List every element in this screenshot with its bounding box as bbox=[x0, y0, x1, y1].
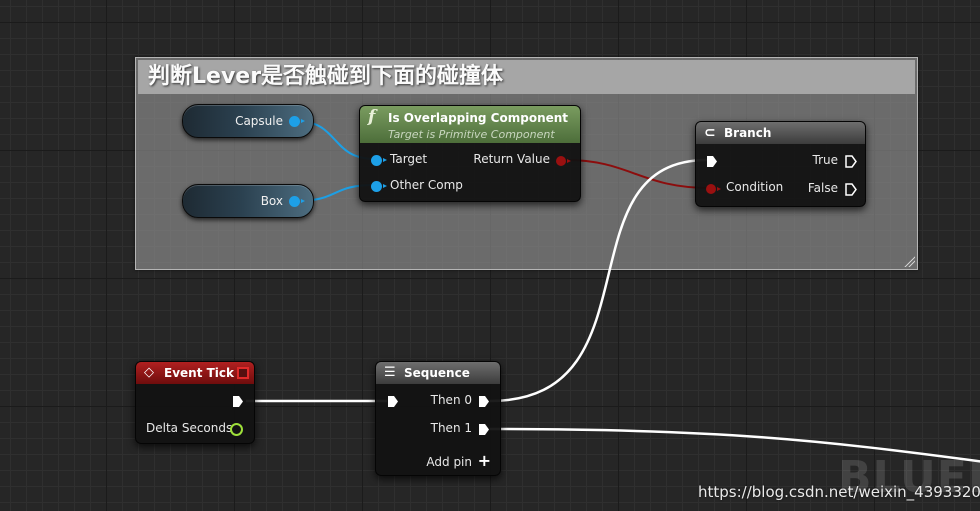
event-tick-node[interactable]: ◇ Event Tick Delta Seconds bbox=[135, 361, 255, 444]
node-header: ◇ Event Tick bbox=[136, 362, 254, 384]
node-title: Branch bbox=[724, 126, 772, 140]
function-icon: f bbox=[368, 107, 376, 127]
condition-pin-label: Condition bbox=[726, 180, 784, 194]
then0-exec-output-pin[interactable] bbox=[478, 395, 490, 408]
true-exec-output-pin[interactable] bbox=[845, 155, 857, 168]
comment-title[interactable]: 判断Lever是否触碰到下面的碰撞体 bbox=[138, 60, 915, 94]
target-pin-label: Target bbox=[390, 152, 428, 166]
node-header: ☰ Sequence bbox=[376, 362, 500, 384]
source-url-watermark: https://blog.csdn.net/weixin_43933205 bbox=[698, 483, 980, 501]
exec-output-pin[interactable] bbox=[232, 395, 244, 408]
target-input-pin[interactable] bbox=[371, 155, 387, 166]
delta-seconds-output-pin[interactable] bbox=[230, 423, 243, 436]
false-pin-label: False bbox=[807, 181, 838, 195]
variable-node-box[interactable]: Box bbox=[182, 184, 314, 218]
return-value-pin-label: Return Value bbox=[473, 152, 550, 166]
object-output-pin[interactable] bbox=[289, 196, 305, 207]
sequence-node[interactable]: ☰ Sequence Then 0 Then 1 Add pin + bbox=[375, 361, 501, 476]
exec-input-pin[interactable] bbox=[706, 155, 718, 168]
node-title: Sequence bbox=[404, 366, 470, 380]
event-delegate-pin[interactable] bbox=[237, 367, 249, 379]
node-title: Is Overlapping Component bbox=[388, 111, 569, 125]
add-pin-plus-icon[interactable]: + bbox=[478, 451, 491, 471]
branch-icon: ⊂ bbox=[704, 125, 716, 141]
node-header: ⊂ Branch bbox=[696, 122, 865, 144]
variable-label: Capsule bbox=[235, 114, 283, 128]
branch-node[interactable]: ⊂ Branch Condition True False bbox=[695, 121, 866, 207]
return-value-output-pin[interactable] bbox=[556, 156, 571, 166]
node-subtitle: Target is Primitive Component bbox=[388, 128, 555, 141]
node-title: Event Tick bbox=[164, 366, 235, 380]
condition-input-pin[interactable] bbox=[706, 184, 721, 194]
add-pin-label[interactable]: Add pin bbox=[426, 455, 472, 469]
event-diamond-icon: ◇ bbox=[144, 365, 154, 380]
exec-input-pin[interactable] bbox=[387, 395, 399, 408]
other-comp-pin-label: Other Comp bbox=[390, 178, 463, 192]
variable-node-capsule[interactable]: Capsule bbox=[182, 104, 314, 138]
is-overlapping-component-node[interactable]: f Is Overlapping Component Target is Pri… bbox=[359, 105, 581, 202]
then0-pin-label: Then 0 bbox=[430, 393, 472, 407]
delta-seconds-pin-label: Delta Seconds bbox=[146, 421, 233, 435]
object-output-pin[interactable] bbox=[289, 116, 305, 127]
then1-exec-output-pin[interactable] bbox=[478, 423, 490, 436]
then1-pin-label: Then 1 bbox=[430, 421, 472, 435]
comment-resize-grip[interactable] bbox=[903, 255, 915, 267]
sequence-icon: ☰ bbox=[384, 365, 396, 380]
other-comp-input-pin[interactable] bbox=[371, 181, 387, 192]
variable-label: Box bbox=[260, 194, 283, 208]
true-pin-label: True bbox=[812, 153, 839, 167]
false-exec-output-pin[interactable] bbox=[845, 183, 857, 196]
node-header: f Is Overlapping Component Target is Pri… bbox=[360, 106, 580, 143]
